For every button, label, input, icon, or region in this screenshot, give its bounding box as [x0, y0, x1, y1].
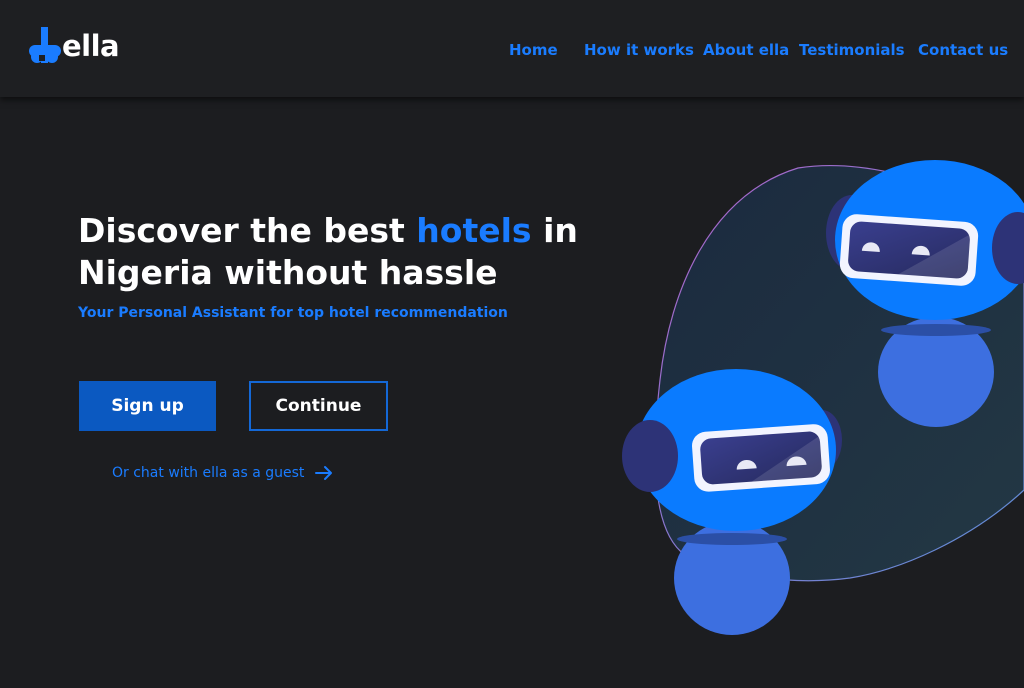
nav-contact-us[interactable]: Contact us [918, 41, 1008, 59]
nav-home[interactable]: Home [509, 41, 558, 59]
nav-how-it-works[interactable]: How it works [584, 41, 694, 59]
robot-bottom [622, 369, 842, 635]
ella-logo[interactable]: ella [28, 24, 120, 64]
nav-testimonials[interactable]: Testimonials [799, 41, 905, 59]
site-header: ella Home How it works About ella Testim… [0, 0, 1024, 97]
robot-assistants-illustration [622, 160, 1024, 635]
nav-about-ella[interactable]: About ella [703, 41, 789, 59]
hero-title: Discover the best hotels in Nigeria with… [78, 210, 598, 294]
continue-button[interactable]: Continue [249, 381, 388, 431]
logo-text: ella [62, 29, 120, 63]
ella-logo-icon [29, 27, 61, 63]
hero-title-accent: hotels [416, 211, 532, 250]
signup-button[interactable]: Sign up [79, 381, 216, 431]
guest-chat-label: Or chat with ella as a guest [112, 465, 305, 481]
arrow-right-icon [315, 466, 333, 480]
guest-chat-link[interactable]: Or chat with ella as a guest [112, 465, 334, 481]
hero-title-part1: Discover the best [78, 211, 417, 250]
hero-subtitle: Your Personal Assistant for top hotel re… [78, 305, 508, 321]
